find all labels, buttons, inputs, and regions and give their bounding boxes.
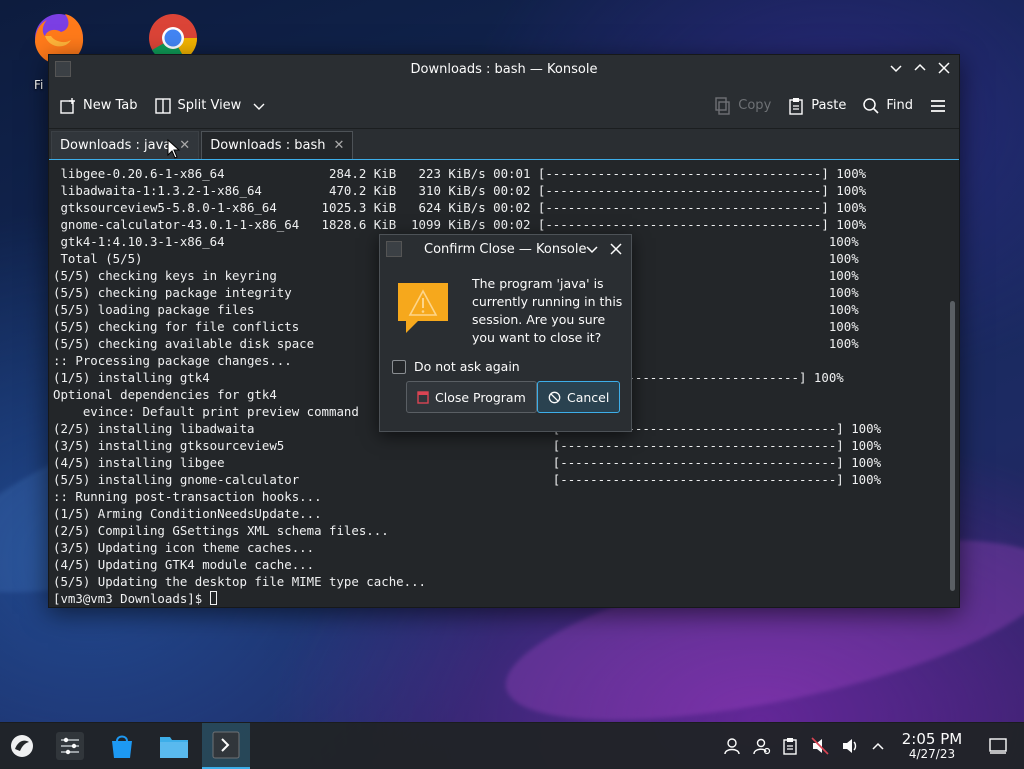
- hamburger-menu-button[interactable]: [929, 97, 947, 115]
- clipboard-icon[interactable]: [776, 723, 804, 769]
- settings-icon: [56, 732, 84, 760]
- terminal-line: libadwaita-1:1.3.2-1-x86_64 470.2 KiB 31…: [53, 183, 867, 198]
- cancel-icon: [548, 391, 561, 403]
- terminal-line: (1/5) Arming ConditionNeedsUpdate...: [53, 506, 322, 521]
- clock-date: 4/27/23: [908, 747, 956, 761]
- confirm-close-dialog: Confirm Close — Konsole The program 'jav…: [379, 234, 632, 432]
- tab-close-icon[interactable]: ✕: [333, 138, 344, 153]
- network-user-icon[interactable]: [748, 723, 776, 769]
- chevron-down-icon[interactable]: [887, 59, 905, 77]
- konsole-icon: [212, 731, 240, 759]
- terminal-line: gnome-calculator-43.0.1-1-x86_64 1828.6 …: [53, 217, 867, 232]
- dialog-message: The program 'java' is currently running …: [472, 276, 623, 345]
- mouse-pointer-icon: [167, 139, 181, 159]
- user-switcher-icon[interactable]: [718, 723, 746, 769]
- checkbox-label: Do not ask again: [414, 359, 520, 374]
- terminal-line: :: Running post-transaction hooks...: [53, 489, 322, 504]
- dialog-body: The program 'java' is currently running …: [380, 263, 631, 431]
- taskbar-konsole[interactable]: [202, 723, 250, 769]
- tab-label: Downloads : bash: [210, 138, 326, 153]
- window-titlebar[interactable]: Downloads : bash — Konsole: [49, 55, 959, 83]
- find-label: Find: [886, 98, 913, 113]
- desktop-icon-label: Fi: [34, 78, 44, 92]
- terminal-line: (4/5) installing libgee [---------------…: [53, 455, 882, 470]
- cancel-button[interactable]: Cancel: [537, 381, 621, 413]
- discover-icon: [112, 735, 132, 758]
- chevron-up-icon[interactable]: [864, 723, 892, 769]
- maximize-icon[interactable]: [911, 59, 929, 77]
- window-title: Downloads : bash — Konsole: [410, 61, 598, 77]
- application-launcher[interactable]: [0, 723, 44, 769]
- folder-icon: [160, 737, 188, 758]
- close-window-icon: [417, 390, 429, 404]
- tab-bar: Downloads : java ✕ Downloads : bash ✕: [49, 129, 959, 160]
- show-desktop-icon[interactable]: [984, 723, 1012, 769]
- paste-icon: [789, 97, 803, 115]
- terminal-line: (2/5) Compiling GSettings XML schema fil…: [53, 523, 389, 538]
- terminal-line: (5/5) installing gnome-calculator [-----…: [53, 472, 882, 487]
- terminal-line: (3/5) Updating icon theme caches...: [53, 540, 315, 555]
- paste-label: Paste: [811, 98, 847, 113]
- split-view-button[interactable]: Split View: [154, 97, 266, 115]
- terminal-line: (4/5) Updating GTK4 module cache...: [53, 557, 315, 572]
- close-icon[interactable]: [607, 240, 625, 258]
- do-not-ask-again-checkbox[interactable]: [392, 359, 406, 374]
- konsole-toolbar: New Tab Split View Copy Paste Find: [49, 83, 959, 129]
- dialog-titlebar[interactable]: Confirm Close — Konsole: [380, 235, 631, 263]
- terminal-line: (3/5) installing gtksourceview5 [-------…: [53, 438, 882, 453]
- do-not-ask-again-checkbox-row[interactable]: Do not ask again: [392, 359, 520, 374]
- terminal-prompt-line: [vm3@vm3 Downloads]$: [53, 590, 945, 607]
- close-icon[interactable]: [935, 59, 953, 77]
- warning-icon: [398, 283, 448, 333]
- tab-downloads-bash[interactable]: Downloads : bash ✕: [201, 131, 354, 159]
- copy-button[interactable]: Copy: [714, 96, 772, 115]
- tab-label: Downloads : java: [60, 138, 172, 153]
- taskbar: 2:05 PM 4/27/23: [0, 722, 1024, 769]
- close-program-button[interactable]: Close Program: [406, 381, 537, 413]
- copy-label: Copy: [738, 98, 772, 113]
- close-program-label: Close Program: [435, 389, 526, 405]
- konsole-icon: [386, 241, 402, 257]
- volume-icon[interactable]: [836, 723, 864, 769]
- terminal-line: gtksourceview5-5.8.0-1-x86_64 1025.3 KiB…: [53, 200, 867, 215]
- taskbar-discover[interactable]: [100, 723, 144, 769]
- terminal-scrollbar[interactable]: [945, 161, 959, 607]
- split-view-icon: [154, 97, 171, 114]
- chevron-down-icon[interactable]: [253, 100, 265, 112]
- new-tab-button[interactable]: New Tab: [59, 97, 138, 115]
- copy-icon: [715, 96, 730, 115]
- taskbar-file-manager[interactable]: [152, 723, 196, 769]
- hamburger-menu-icon: [931, 99, 945, 112]
- digital-clock[interactable]: 2:05 PM 4/27/23: [890, 731, 974, 761]
- audio-muted-icon[interactable]: [806, 723, 834, 769]
- launcher-icon: [11, 735, 33, 757]
- new-tab-label: New Tab: [83, 98, 138, 113]
- terminal-line: libgee-0.20.6-1-x86_64 284.2 KiB 223 KiB…: [53, 166, 867, 181]
- paste-button[interactable]: Paste: [787, 97, 846, 115]
- search-icon: [863, 97, 879, 114]
- terminal-cursor: [209, 591, 217, 605]
- taskbar-system-settings[interactable]: [48, 723, 92, 769]
- scrollbar-thumb[interactable]: [950, 301, 955, 591]
- konsole-icon: [55, 61, 71, 77]
- chevron-down-icon[interactable]: [583, 240, 601, 258]
- cancel-label: Cancel: [567, 389, 610, 405]
- clock-time: 2:05 PM: [901, 730, 963, 748]
- dialog-title: Confirm Close — Konsole: [424, 241, 587, 257]
- terminal-line: (5/5) Updating the desktop file MIME typ…: [53, 574, 426, 589]
- new-tab-icon: [60, 97, 75, 114]
- find-button[interactable]: Find: [862, 97, 913, 115]
- split-view-label: Split View: [177, 98, 242, 113]
